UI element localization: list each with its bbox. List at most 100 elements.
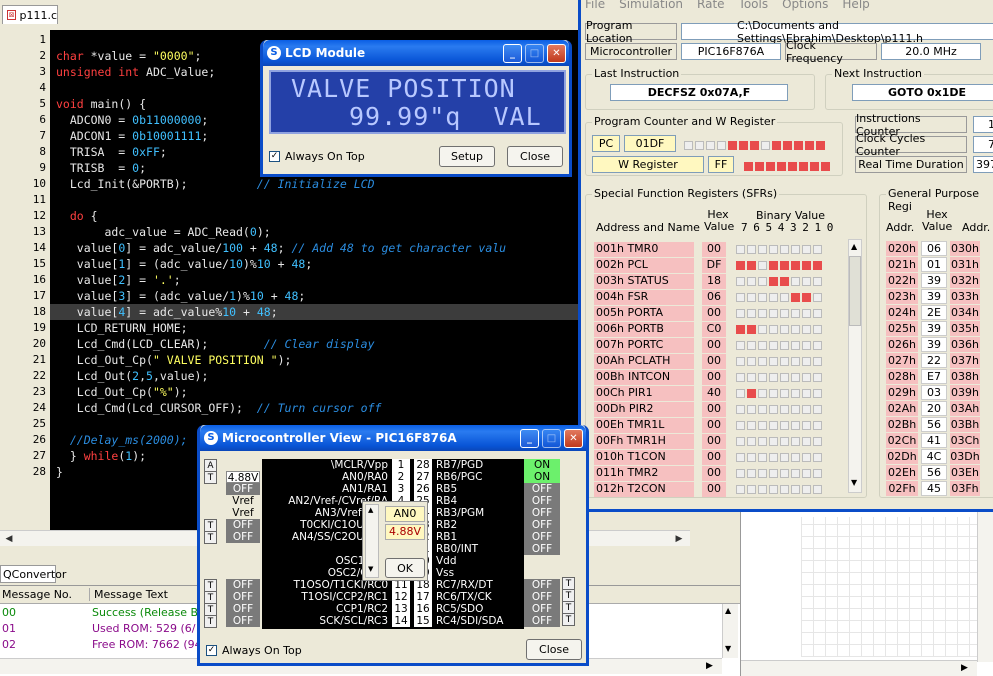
background-hscrollbar[interactable]: ▶ — [741, 660, 977, 676]
menu-item-tools[interactable]: Tools — [739, 0, 769, 13]
gpr-row[interactable]: 02Fh 45 03Fh — [886, 481, 983, 497]
scroll-right-icon[interactable]: ▶ — [961, 663, 968, 673]
pin-state[interactable]: OFF — [524, 531, 560, 543]
scroll-thumb[interactable] — [849, 256, 861, 326]
sfr-row[interactable]: 00Ah PCLATH 00 — [594, 353, 824, 369]
pin-state[interactable]: OFF — [524, 519, 560, 531]
gpr-row[interactable]: 021h 01 031h — [886, 257, 983, 273]
mcu-close-button[interactable]: Close — [526, 639, 582, 660]
pin-toggle-button[interactable]: T — [562, 613, 575, 626]
pin-state[interactable]: OFF — [524, 543, 560, 555]
sfr-row[interactable]: 003h STATUS 18 — [594, 273, 824, 289]
col-message-text[interactable]: Message Text — [90, 588, 168, 601]
sfr-row[interactable]: 00Ch PIR1 40 — [594, 385, 824, 401]
minimize-icon[interactable]: _ — [503, 44, 522, 63]
pin-state[interactable]: OFF — [226, 519, 260, 531]
gpr-row[interactable]: 02Dh 4C 03Dh — [886, 449, 983, 465]
background-vscrollbar[interactable] — [977, 512, 993, 662]
gpr-row[interactable]: 02Ah 20 03Ah — [886, 401, 983, 417]
menu-item-simulation[interactable]: Simulation — [619, 0, 683, 13]
pin-state[interactable]: OFF — [226, 591, 260, 603]
pin-state[interactable]: OFF — [524, 495, 560, 507]
pin-state[interactable]: OFF — [524, 615, 560, 627]
gpr-row[interactable]: 023h 39 033h — [886, 289, 983, 305]
scroll-down-icon[interactable]: ▼ — [725, 644, 731, 653]
scroll-right-icon[interactable]: ▶ — [672, 532, 686, 546]
scroll-down-icon[interactable]: ▼ — [368, 565, 373, 573]
maximize-icon[interactable]: □ — [542, 429, 561, 448]
pin-state[interactable]: OFF — [524, 603, 560, 615]
messages-tab[interactable]: QConvertor — [0, 565, 66, 583]
gpr-row[interactable]: 029h 03 039h — [886, 385, 983, 401]
minimize-icon[interactable]: _ — [520, 429, 539, 448]
scroll-up-icon[interactable]: ▲ — [725, 606, 731, 615]
menu-item-file[interactable]: File — [585, 0, 605, 13]
pin-state[interactable]: Vref — [226, 507, 260, 519]
pin-state[interactable]: OFF — [524, 507, 560, 519]
sfr-row[interactable]: 00Dh PIR2 00 — [594, 401, 824, 417]
gpr-row[interactable]: 028h E7 038h — [886, 369, 983, 385]
microcontroller-field[interactable]: PIC16F876A — [681, 43, 781, 60]
pin-state[interactable]: OFF — [524, 483, 560, 495]
lcd-setup-button[interactable]: Setup — [439, 146, 495, 167]
program-location-field[interactable]: C:\Documents and Settings\Ebrahim\Deskto… — [681, 19, 993, 45]
lcd-close-button[interactable]: Close — [507, 146, 563, 167]
messages-vscrollbar[interactable]: ▲ ▼ — [722, 604, 738, 658]
gpr-row[interactable]: 02Eh 56 03Eh — [886, 465, 983, 481]
pin-state[interactable]: ON — [524, 459, 560, 471]
gpr-row[interactable]: 02Bh 56 03Bh — [886, 417, 983, 433]
scroll-down-icon[interactable]: ▼ — [851, 478, 857, 487]
sfr-vscrollbar[interactable]: ▲ ▼ — [848, 239, 862, 493]
sfr-row[interactable]: 005h PORTA 00 — [594, 305, 824, 321]
pin-toggle-button[interactable]: T — [204, 531, 217, 544]
sfr-row[interactable]: 00Fh TMR1H 00 — [594, 433, 824, 449]
scroll-right-icon[interactable]: ▶ — [706, 661, 713, 671]
pin-state[interactable]: OFF — [226, 579, 260, 591]
close-icon[interactable]: ✕ — [564, 429, 583, 448]
sfr-row[interactable]: 004h FSR 06 — [594, 289, 824, 305]
sfr-row[interactable]: 010h T1CON 00 — [594, 449, 824, 465]
maximize-icon[interactable]: □ — [525, 44, 544, 63]
gpr-row[interactable]: 02Ch 41 03Ch — [886, 433, 983, 449]
popup-ok-button[interactable]: OK — [385, 558, 425, 578]
clock-frequency-field[interactable]: 20.0 MHz — [881, 43, 981, 60]
menu-item-options[interactable]: Options — [782, 0, 828, 13]
gpr-row[interactable]: 026h 39 036h — [886, 337, 983, 353]
sfr-row[interactable]: 006h PORTB C0 — [594, 321, 824, 337]
pin-toggle-button[interactable]: T — [204, 471, 217, 484]
pin-state[interactable]: OFF — [226, 615, 260, 627]
sfr-row[interactable]: 001h TMR0 00 — [594, 241, 824, 257]
scroll-up-icon[interactable]: ▲ — [368, 506, 373, 514]
gpr-row[interactable]: 025h 39 035h — [886, 321, 983, 337]
sfr-row[interactable]: 007h PORTC 00 — [594, 337, 824, 353]
pin-state[interactable]: OFF — [226, 483, 260, 495]
pin-state[interactable]: OFF — [226, 531, 260, 543]
pin-state[interactable]: OFF — [524, 591, 560, 603]
lcd-titlebar[interactable]: S LCD Module — [263, 40, 569, 66]
close-icon[interactable]: ✕ — [547, 44, 566, 63]
sfr-row[interactable]: 002h PCL DF — [594, 257, 824, 273]
scroll-left-icon[interactable]: ◀ — [2, 532, 16, 546]
sfr-row[interactable]: 00Eh TMR1L 00 — [594, 417, 824, 433]
lcd-always-on-top-checkbox[interactable]: ✓ — [269, 151, 280, 162]
popup-scrollbar[interactable]: ▲ ▼ — [365, 504, 379, 578]
gpr-row[interactable]: 022h 39 032h — [886, 273, 983, 289]
pin-state[interactable]: ON — [524, 471, 560, 483]
sfr-row[interactable]: 00Bh INTCON 00 — [594, 369, 824, 385]
pin-state[interactable]: Vref — [226, 495, 260, 507]
gpr-row[interactable]: 020h 06 030h — [886, 241, 983, 257]
menu-item-help[interactable]: Help — [842, 0, 869, 13]
pin-toggle-button[interactable]: T — [204, 615, 217, 628]
menu-item-rate[interactable]: Rate — [697, 0, 725, 13]
sfr-row[interactable]: 011h TMR2 00 — [594, 465, 824, 481]
mcu-always-on-top-checkbox[interactable]: ✓ — [206, 645, 217, 656]
gpr-row[interactable]: 024h 2E 034h — [886, 305, 983, 321]
gpr-row[interactable]: 027h 22 037h — [886, 353, 983, 369]
pin-state[interactable]: OFF — [226, 603, 260, 615]
pin-state[interactable]: 4.88V — [226, 471, 260, 484]
editor-tab[interactable]: ⊠ p111.c — [2, 5, 58, 24]
pin-state[interactable]: OFF — [524, 579, 560, 591]
col-message-no[interactable]: Message No. — [0, 588, 90, 601]
scroll-up-icon[interactable]: ▲ — [851, 242, 857, 251]
sfr-row[interactable]: 012h T2CON 00 — [594, 481, 824, 497]
